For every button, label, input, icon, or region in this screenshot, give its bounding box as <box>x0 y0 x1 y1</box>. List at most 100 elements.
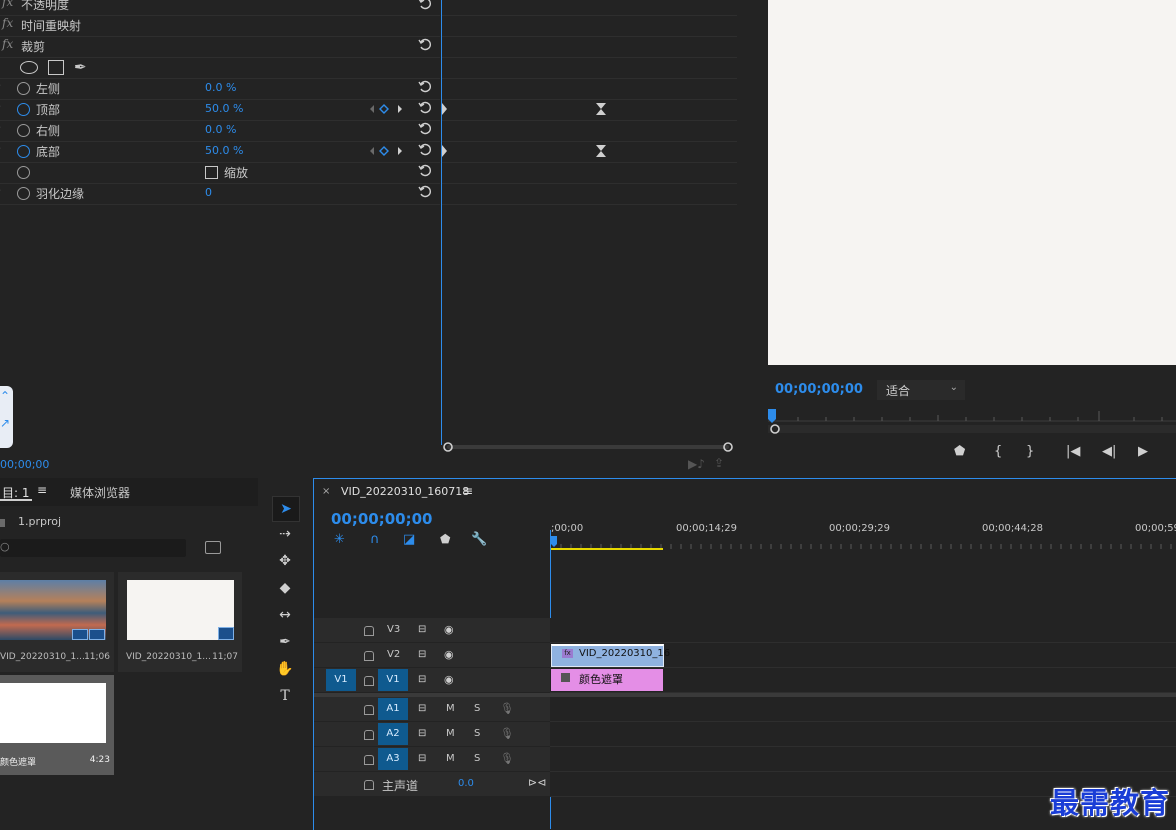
stopwatch-icon[interactable] <box>17 82 30 95</box>
panel-menu-icon[interactable]: ≡ <box>37 483 47 497</box>
selection-tool-icon[interactable]: ➤ <box>272 496 300 522</box>
eye-icon[interactable]: ◉ <box>444 623 454 636</box>
solo-button[interactable]: S <box>474 728 480 739</box>
go-to-in-icon[interactable]: |◀ <box>1066 444 1080 459</box>
timeline-timecode[interactable]: 00;00;00;00 <box>331 510 433 528</box>
mute-button[interactable]: M <box>446 728 455 739</box>
timeline-ruler[interactable]: ;00;00 00;00;14;29 00;00;29;29 00;00;44;… <box>551 520 1176 552</box>
panel-menu-icon[interactable]: ≡ <box>463 484 473 498</box>
razor-tool-icon[interactable]: ◆ <box>272 576 298 600</box>
lock-icon[interactable] <box>364 705 374 715</box>
reset-icon[interactable] <box>418 121 434 137</box>
play-audio-icon[interactable]: ▶♪ <box>688 457 705 471</box>
reset-icon[interactable] <box>418 0 434 12</box>
scale-checkbox[interactable] <box>205 166 218 179</box>
hand-tool-icon[interactable]: ✋ <box>272 657 298 681</box>
program-timecode[interactable]: 00;00;00;00 <box>775 382 863 397</box>
keyframe-marker-icon[interactable] <box>596 145 606 157</box>
play-icon[interactable]: ▶ <box>1138 444 1148 459</box>
fx-zoom-scrollbar[interactable] <box>441 441 736 453</box>
keyframe-marker-icon[interactable] <box>596 103 606 115</box>
reset-icon[interactable] <box>418 79 434 95</box>
ripple-edit-tool-icon[interactable]: ✥ <box>272 549 298 573</box>
master-volume[interactable]: 0.0 <box>458 778 474 789</box>
twirl-icon[interactable]: › <box>0 80 1 91</box>
lock-icon[interactable] <box>364 676 374 686</box>
pen-mask-icon[interactable]: ✒ <box>74 58 87 76</box>
twirl-icon[interactable]: › <box>0 101 1 112</box>
track-lane-a2[interactable] <box>550 722 1176 747</box>
export-icon[interactable]: ⇪ <box>714 456 724 470</box>
stopwatch-icon[interactable] <box>17 145 30 158</box>
floating-sidebar-tab[interactable]: ⌃ ↗ <box>0 386 13 448</box>
keyframe-marker-icon[interactable] <box>442 145 452 157</box>
add-marker-icon[interactable]: ⬟ <box>954 444 965 459</box>
lock-icon[interactable] <box>364 780 374 790</box>
source-patch-v1[interactable]: V1 <box>326 669 356 691</box>
sequence-tab[interactable]: VID_20220310_160718 <box>341 485 469 498</box>
snap-icon[interactable]: ∩ <box>370 532 380 547</box>
solo-button[interactable]: S <box>474 753 480 764</box>
twirl-icon[interactable]: › <box>0 185 1 196</box>
keyframe-nav-icons[interactable] <box>366 102 410 116</box>
track-lane-v3[interactable] <box>550 618 1176 643</box>
sync-lock-icon[interactable]: ⊟ <box>418 728 426 739</box>
step-back-icon[interactable]: ◀| <box>1102 444 1116 459</box>
linked-selection-icon[interactable]: ◪ <box>403 532 415 547</box>
track-target-v1[interactable]: V1 <box>378 669 408 691</box>
track-target-a3[interactable]: A3 <box>378 748 408 770</box>
solo-button[interactable]: S <box>474 703 480 714</box>
type-tool-icon[interactable]: T <box>272 684 298 708</box>
fit-zoom-select[interactable]: 适合 ⌄ <box>877 380 965 400</box>
program-time-ruler[interactable] <box>768 405 1176 435</box>
prop-value[interactable]: 50.0 % <box>205 102 243 115</box>
sync-lock-icon[interactable]: ⊟ <box>418 674 426 685</box>
track-select-tool-icon[interactable]: ⇢ <box>272 522 298 546</box>
stopwatch-icon[interactable] <box>17 103 30 116</box>
stopwatch-icon[interactable] <box>17 187 30 200</box>
keyframe-nav-icons[interactable] <box>366 144 410 158</box>
prop-value[interactable]: 0.0 % <box>205 123 236 136</box>
project-item-color-matte[interactable]: 颜色遮罩 4:23 <box>0 675 114 775</box>
track-target-a2[interactable]: A2 <box>378 723 408 745</box>
track-target-a1[interactable]: A1 <box>378 698 408 720</box>
reset-icon[interactable] <box>418 37 434 53</box>
close-icon[interactable]: × <box>322 486 330 497</box>
clip-color-matte-v1[interactable]: 颜色遮罩 <box>551 669 663 691</box>
lock-icon[interactable] <box>364 730 374 740</box>
effect-controls-timeline[interactable] <box>441 0 737 445</box>
track-lane-a1[interactable] <box>550 697 1176 722</box>
go-to-end-icon[interactable]: ⊳⊲ <box>528 776 546 789</box>
project-item-video-1[interactable]: VID_20220310_1... 11;06 <box>0 572 114 672</box>
mic-icon[interactable]: 🎙 <box>500 702 514 715</box>
add-marker-icon[interactable]: ⬟ <box>440 532 450 546</box>
twirl-icon[interactable]: › <box>0 143 1 154</box>
wrench-icon[interactable]: 🔧 <box>471 532 487 547</box>
mic-icon[interactable]: 🎙 <box>500 727 514 740</box>
stopwatch-icon[interactable] <box>17 124 30 137</box>
clip-video-v2[interactable]: fx VID_20220310_16 <box>551 644 670 667</box>
sync-lock-icon[interactable]: ⊟ <box>418 703 426 714</box>
rectangle-mask-icon[interactable] <box>48 60 64 75</box>
twirl-icon[interactable]: › <box>0 122 1 133</box>
ellipse-mask-icon[interactable] <box>20 61 38 74</box>
reset-icon[interactable] <box>418 163 434 179</box>
effect-time-remap[interactable]: fx 时间重映射 <box>0 15 440 37</box>
slip-tool-icon[interactable]: ↔ <box>272 603 298 627</box>
lock-icon[interactable] <box>364 755 374 765</box>
effect-crop[interactable]: fx 裁剪 <box>0 36 440 58</box>
sync-lock-icon[interactable]: ⊟ <box>418 753 426 764</box>
eye-icon[interactable]: ◉ <box>444 673 454 686</box>
mute-button[interactable]: M <box>446 753 455 764</box>
mark-out-icon[interactable]: } <box>1026 444 1034 459</box>
keyframe-marker-icon[interactable] <box>442 103 452 115</box>
mute-button[interactable]: M <box>446 703 455 714</box>
project-item-video-2[interactable]: VID_20220310_1... 11;07 <box>118 572 242 672</box>
prop-value[interactable]: 0.0 % <box>205 81 236 94</box>
project-search-input[interactable]: ○ <box>0 539 186 557</box>
fx-footer-timecode[interactable]: 00;00;00 <box>0 458 49 471</box>
nest-icon[interactable]: ✳ <box>334 532 345 547</box>
sync-lock-icon[interactable]: ⊟ <box>418 649 426 660</box>
find-icon[interactable] <box>205 541 221 554</box>
reset-icon[interactable] <box>418 184 434 200</box>
